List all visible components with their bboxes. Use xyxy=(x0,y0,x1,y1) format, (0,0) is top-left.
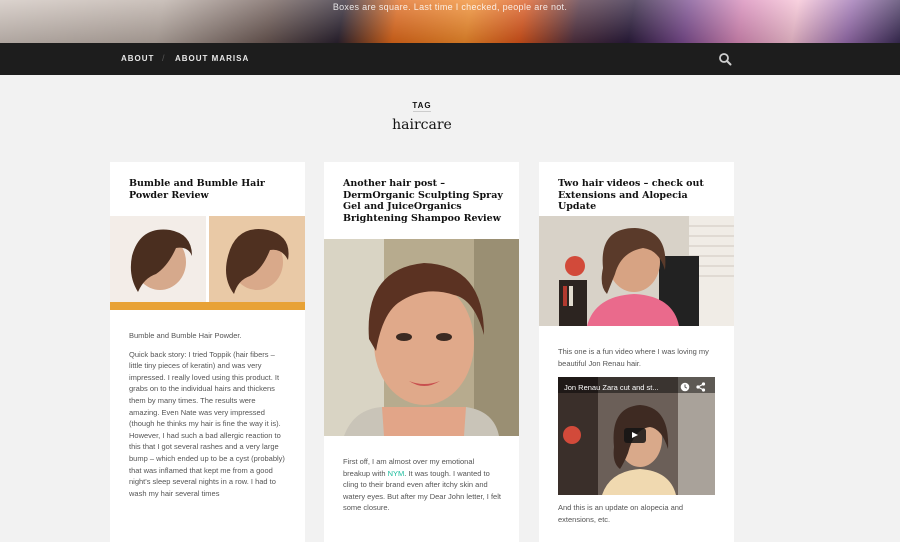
video-title: Jon Renau Zara cut and st... xyxy=(564,383,659,392)
post-paragraph: Bumble and Bumble Hair Powder. xyxy=(129,331,242,340)
post-excerpt: And this is an update on alopecia and ex… xyxy=(558,502,716,532)
site-tagline: Boxes are square. Last time I checked, p… xyxy=(332,2,568,12)
post-title[interactable]: Another hair post – DermOrganic Sculptin… xyxy=(343,178,503,224)
post-card: Two hair videos – check out Extensions a… xyxy=(539,162,734,542)
nym-link[interactable]: NYM xyxy=(388,469,405,478)
post-paragraph: And this is an update on alopecia and ex… xyxy=(558,503,684,524)
post-paragraph: Quick back story: I tried Toppik (hair f… xyxy=(129,349,285,498)
post-featured-image[interactable] xyxy=(539,216,734,326)
video-embed[interactable]: Jon Renau Zara cut and st... xyxy=(558,377,715,495)
video-still-photo xyxy=(539,216,734,326)
play-button-icon[interactable] xyxy=(624,428,646,443)
post-paragraph: This one is a fun video where I was lovi… xyxy=(558,347,709,368)
share-icon[interactable] xyxy=(696,382,706,392)
post-card: Another hair post – DermOrganic Sculptin… xyxy=(324,162,519,542)
image-notch xyxy=(343,234,353,239)
archive-divider xyxy=(413,111,431,112)
post-card: Bumble and Bumble Hair Powder Review Bum… xyxy=(110,162,305,542)
post-excerpt: First off, I am almost over my emotional… xyxy=(343,456,501,521)
post-featured-image[interactable] xyxy=(324,239,519,436)
post-excerpt: Bumble and Bumble Hair Powder. Quick bac… xyxy=(129,330,287,506)
post-excerpt: This one is a fun video where I was lovi… xyxy=(558,346,716,376)
archive-label: TAG xyxy=(412,101,432,110)
portrait-photo xyxy=(324,239,519,436)
search-icon[interactable] xyxy=(718,52,732,66)
image-notch xyxy=(121,211,131,216)
post-featured-image[interactable] xyxy=(110,216,305,310)
post-paragraph: First off, I am almost over my emotional… xyxy=(343,456,501,514)
nav-item-about-marisa[interactable]: ABOUT MARISA xyxy=(175,54,249,63)
main-navigation: ABOUT / ABOUT MARISA xyxy=(0,43,900,75)
nav-item-about[interactable]: ABOUT xyxy=(121,54,154,63)
archive-title: haircare xyxy=(392,117,452,133)
header-banner: Boxes are square. Last time I checked, p… xyxy=(0,0,900,43)
image-notch xyxy=(549,211,559,216)
hair-before-after-photo xyxy=(110,216,305,310)
clock-icon[interactable] xyxy=(680,382,690,392)
nav-separator: / xyxy=(162,53,165,63)
post-title[interactable]: Bumble and Bumble Hair Powder Review xyxy=(129,178,289,201)
post-title[interactable]: Two hair videos – check out Extensions a… xyxy=(558,178,718,213)
